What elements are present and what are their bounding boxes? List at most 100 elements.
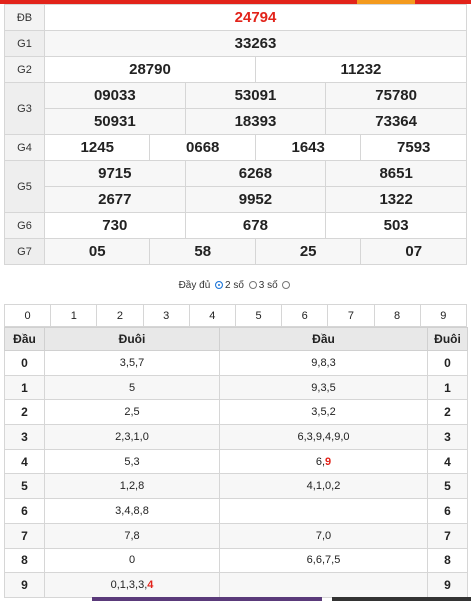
prize-number: 33263: [44, 30, 467, 57]
row-digit: 4: [4, 448, 45, 475]
row-digit: 5: [4, 473, 45, 500]
prize-label: ĐB: [4, 4, 45, 31]
digit-filter-item[interactable]: 7: [327, 304, 375, 327]
tails-cell: 2,5: [44, 399, 220, 426]
loto-head-tail-table: Đầu Đuôi Đầu Đuôi 0 3,5,7 9,8,3 0 1 5 9,3,5 1 …: [4, 327, 468, 598]
prize-number: 25: [254, 238, 362, 265]
prize-row-g3-2: 50931 18393 73364: [5, 108, 467, 135]
row-digit: 7: [4, 522, 45, 549]
row-digit: 2: [4, 399, 45, 426]
row-digit-right: 3: [427, 424, 468, 450]
table-row: 4 5,3 6,9 4: [4, 448, 468, 475]
table-row: 8 0 6,6,7,5 8: [4, 547, 468, 574]
prize-row-g7: G7 05 58 25 07: [4, 238, 467, 265]
table-row: 0 3,5,7 9,8,3 0: [4, 350, 468, 376]
prize-number: 1322: [325, 186, 467, 213]
tails-cell: 0,1,3,3,4: [44, 572, 220, 598]
prize-number: 9952: [184, 186, 327, 213]
row-digit: 0: [4, 350, 45, 376]
col-header-dau-2: Đầu: [219, 327, 428, 351]
prize-row-g6: G6 730 678 503: [4, 212, 467, 239]
prize-row-g3: G3 09033 53091 75780: [4, 82, 467, 135]
prize-row-g5: G5 9715 6268 8651: [4, 160, 467, 213]
prize-number: 07: [360, 238, 467, 265]
prize-number: 2677: [44, 186, 186, 213]
prize-label: G6: [4, 212, 45, 239]
row-digit-right: 8: [427, 547, 468, 574]
table-row: 1 5 9,3,5 1: [4, 374, 468, 401]
digit-filter-item[interactable]: 5: [234, 304, 283, 327]
digit-filter-item[interactable]: 0: [3, 304, 52, 327]
row-digit-right: 4: [427, 448, 468, 475]
table-row: 2 2,5 3,5,2 2: [4, 399, 468, 426]
digit-filter-item[interactable]: 1: [50, 304, 98, 327]
digit-filter-item[interactable]: 9: [419, 304, 468, 327]
table-row: 5 1,2,8 4,1,0,2 5: [4, 473, 468, 500]
digit-filter-item[interactable]: 4: [188, 304, 236, 327]
prize-number: 678: [184, 212, 327, 239]
row-digit: 9: [4, 572, 45, 598]
prize-number: 75780: [325, 82, 467, 109]
col-header-duoi: Đuôi: [44, 327, 220, 351]
radio-three-digits[interactable]: [248, 281, 257, 289]
table-row: 7 7,8 7,0 7: [4, 522, 468, 549]
prize-number: 28790: [44, 56, 256, 83]
heads-cell: 7,0: [219, 522, 428, 549]
row-digit-right: 2: [427, 399, 468, 426]
prize-row-g1: G1 33263: [4, 30, 467, 57]
tails-cell: 0: [44, 547, 220, 574]
prize-number: 58: [149, 238, 256, 265]
heads-cell: 4,1,0,2: [219, 473, 428, 500]
row-digit-right: 5: [427, 473, 468, 500]
prize-number: 73364: [325, 108, 467, 135]
digit-filter-item[interactable]: 2: [96, 304, 144, 327]
tails-cell: 2,3,1,0: [44, 424, 220, 450]
prize-number: 1245: [43, 134, 151, 161]
tails-cell: 3,4,8,8: [44, 498, 220, 524]
row-digit-right: 9: [427, 572, 468, 598]
row-digit-right: 1: [427, 374, 468, 401]
digit-filter-item[interactable]: 8: [373, 304, 421, 327]
prize-row-g4: G4 1245 0668 1643 7593: [4, 134, 467, 161]
prize-number: 9715: [44, 160, 186, 187]
radio-two-digits[interactable]: [215, 281, 224, 289]
prize-label: G2: [4, 56, 45, 83]
prize-number: 09033: [44, 82, 186, 109]
option-full-label[interactable]: Đầy đủ: [179, 280, 211, 291]
prize-label: G3: [4, 82, 45, 135]
heads-cell: 6,9: [219, 448, 428, 475]
prize-number: 0668: [149, 134, 256, 161]
heads-cell: 6,3,9,4,9,0: [219, 424, 428, 450]
prize-number: 730: [44, 212, 186, 239]
prize-number: 8651: [325, 160, 467, 187]
digit-filter-item[interactable]: 6: [281, 304, 329, 327]
tails-cell: 5,3: [44, 448, 220, 475]
heads-cell: [219, 572, 428, 598]
prize-row-db: ĐB 24794: [4, 4, 467, 31]
prize-label: G5: [4, 160, 45, 213]
digit-filter-item[interactable]: 3: [142, 304, 190, 327]
prize-number: 7593: [360, 134, 467, 161]
col-header-duoi-2: Đuôi: [427, 327, 468, 351]
heads-cell: 6,6,7,5: [219, 547, 428, 574]
tails-cell: 1,2,8: [44, 473, 220, 500]
prize-number: 503: [325, 212, 467, 239]
display-mode-options: Đầy đủ 2 số 3 số: [0, 280, 471, 291]
prize-number: 05: [43, 238, 151, 265]
col-header-dau: Đầu: [4, 327, 45, 351]
results-table: ĐB 24794 G1 33263 G2 28790 11232 G3 0903…: [4, 4, 468, 265]
prize-row-g2: G2 28790 11232: [4, 56, 468, 83]
option-two-label[interactable]: 2 số: [225, 280, 244, 291]
option-three-label[interactable]: 3 số: [259, 280, 278, 291]
row-digit-right: 7: [427, 522, 468, 549]
row-digit: 6: [4, 498, 45, 524]
heads-cell: 3,5,2: [219, 399, 428, 426]
prize-number: 1643: [254, 134, 362, 161]
radio-full[interactable]: [282, 281, 291, 289]
bottom-banner-edge: [92, 597, 471, 601]
digit-filter-bar: 0 1 2 3 4 5 6 7 8 9: [3, 304, 468, 327]
row-digit-right: 6: [427, 498, 468, 524]
prize-label: G1: [4, 30, 45, 57]
prize-label: G4: [4, 134, 45, 161]
prize-row-g5-2: 2677 9952 1322: [5, 186, 467, 213]
